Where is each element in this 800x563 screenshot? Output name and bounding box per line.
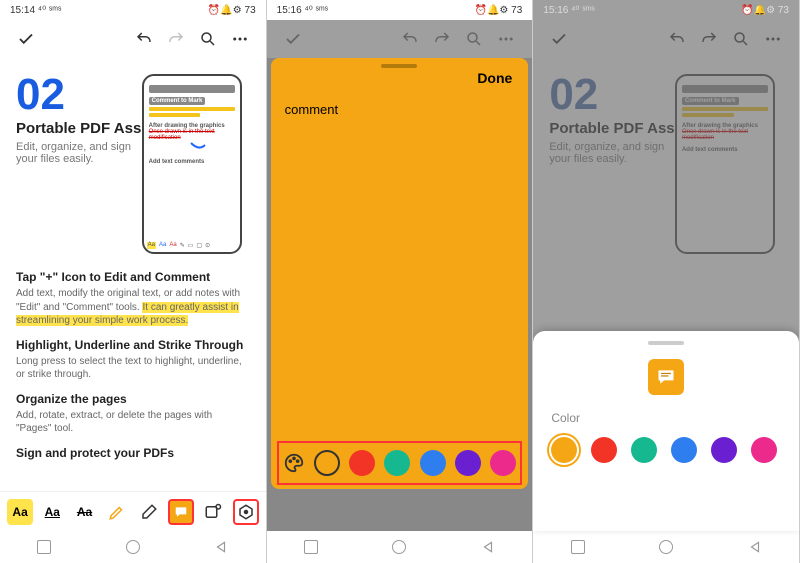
tool-highlight-text[interactable]: Aa [7,499,33,525]
color-orange[interactable] [551,437,577,463]
top-toolbar [533,20,799,58]
redo-icon [428,25,456,53]
color-none[interactable] [314,450,340,476]
status-icons: ⏰🔔⚙ 73 [741,5,789,16]
top-toolbar [0,20,266,58]
sheet-handle[interactable] [381,64,417,68]
nav-home[interactable] [126,540,140,554]
nav-back[interactable] [481,540,495,554]
more-icon[interactable] [226,25,254,53]
top-toolbar [267,20,533,58]
color-label: Color [551,411,781,425]
screen-2: 15:16 ⁴⁰ ˢᵐˢ ⏰🔔⚙ 73 Done comment [267,0,534,563]
tool-pen[interactable] [104,499,130,525]
confirm-icon [279,25,307,53]
tool-strikethrough[interactable]: Aa [72,499,98,525]
status-icons: ⏰🔔⚙ 73 [475,5,523,16]
done-button[interactable]: Done [477,70,512,86]
tool-eraser[interactable] [136,499,162,525]
color-red[interactable] [349,450,375,476]
color-pink[interactable] [751,437,777,463]
undo-icon [663,25,691,53]
sheet-handle[interactable] [648,341,684,345]
tool-shape[interactable] [233,499,259,525]
status-bar: 15:14 ⁴⁰ ˢᵐˢ ⏰🔔⚙ 73 [0,0,266,20]
undo-icon [396,25,424,53]
redo-icon[interactable] [162,25,190,53]
nav-bar [267,531,533,563]
color-red[interactable] [591,437,617,463]
color-swatches [551,437,781,463]
more-icon [492,25,520,53]
color-pink[interactable] [490,450,516,476]
status-time: 15:16 ⁴⁰ ˢᵐˢ [543,5,594,16]
status-bar: 15:16 ⁴⁰ ˢᵐˢ ⏰🔔⚙ 73 [267,0,533,20]
comment-input[interactable]: comment [285,102,338,117]
phone-mockup: Comment to Mark After drawing the graphi… [142,74,242,254]
nav-back[interactable] [214,540,228,554]
nav-bar [533,531,799,563]
tool-underline[interactable]: Aa [39,499,65,525]
color-blue[interactable] [671,437,697,463]
palette-icon[interactable] [283,452,305,474]
document-content: 02 Portable PDF Assistant Edit, organize… [0,58,266,491]
redo-icon [695,25,723,53]
comment-editor-sheet: Done comment [271,58,529,489]
search-icon [727,25,755,53]
status-icons: ⏰🔔⚙ 73 [208,5,256,16]
color-teal[interactable] [384,450,410,476]
page-subtitle: Edit, organize, and sign your files easi… [16,141,146,165]
nav-bar [0,531,266,563]
section-organize: Organize the pages Add, rotate, extract,… [16,392,250,436]
nav-recent[interactable] [571,540,585,554]
nav-back[interactable] [748,540,762,554]
comment-color-palette [277,441,523,485]
confirm-icon[interactable] [12,25,40,53]
status-time: 15:16 ⁴⁰ ˢᵐˢ [277,5,328,16]
note-preview-icon [648,359,684,395]
color-purple[interactable] [711,437,737,463]
tool-image[interactable] [200,499,226,525]
nav-recent[interactable] [304,540,318,554]
search-icon[interactable] [194,25,222,53]
nav-home[interactable] [659,540,673,554]
undo-icon[interactable] [130,25,158,53]
confirm-icon [545,25,573,53]
status-time: 15:14 ⁴⁰ ˢᵐˢ [10,5,61,16]
tool-note[interactable] [168,499,194,525]
status-bar: 15:16 ⁴⁰ ˢᵐˢ ⏰🔔⚙ 73 [533,0,799,20]
nav-recent[interactable] [37,540,51,554]
search-icon [460,25,488,53]
section-sign: Sign and protect your PDFs [16,446,250,460]
color-picker-sheet: Color [533,331,799,531]
nav-home[interactable] [392,540,406,554]
color-purple[interactable] [455,450,481,476]
annotation-toolbar: Aa Aa Aa [0,491,266,531]
screen-1: 15:14 ⁴⁰ ˢᵐˢ ⏰🔔⚙ 73 02 Portable PDF Assi… [0,0,267,563]
section-edit: Tap "+" Icon to Edit and Comment Add tex… [16,270,250,328]
more-icon [759,25,787,53]
color-blue[interactable] [420,450,446,476]
screen-3: 15:16 ⁴⁰ ˢᵐˢ ⏰🔔⚙ 73 02 Portable PDF Assi… [533,0,800,563]
color-teal[interactable] [631,437,657,463]
section-highlight: Highlight, Underline and Strike Through … [16,338,250,382]
